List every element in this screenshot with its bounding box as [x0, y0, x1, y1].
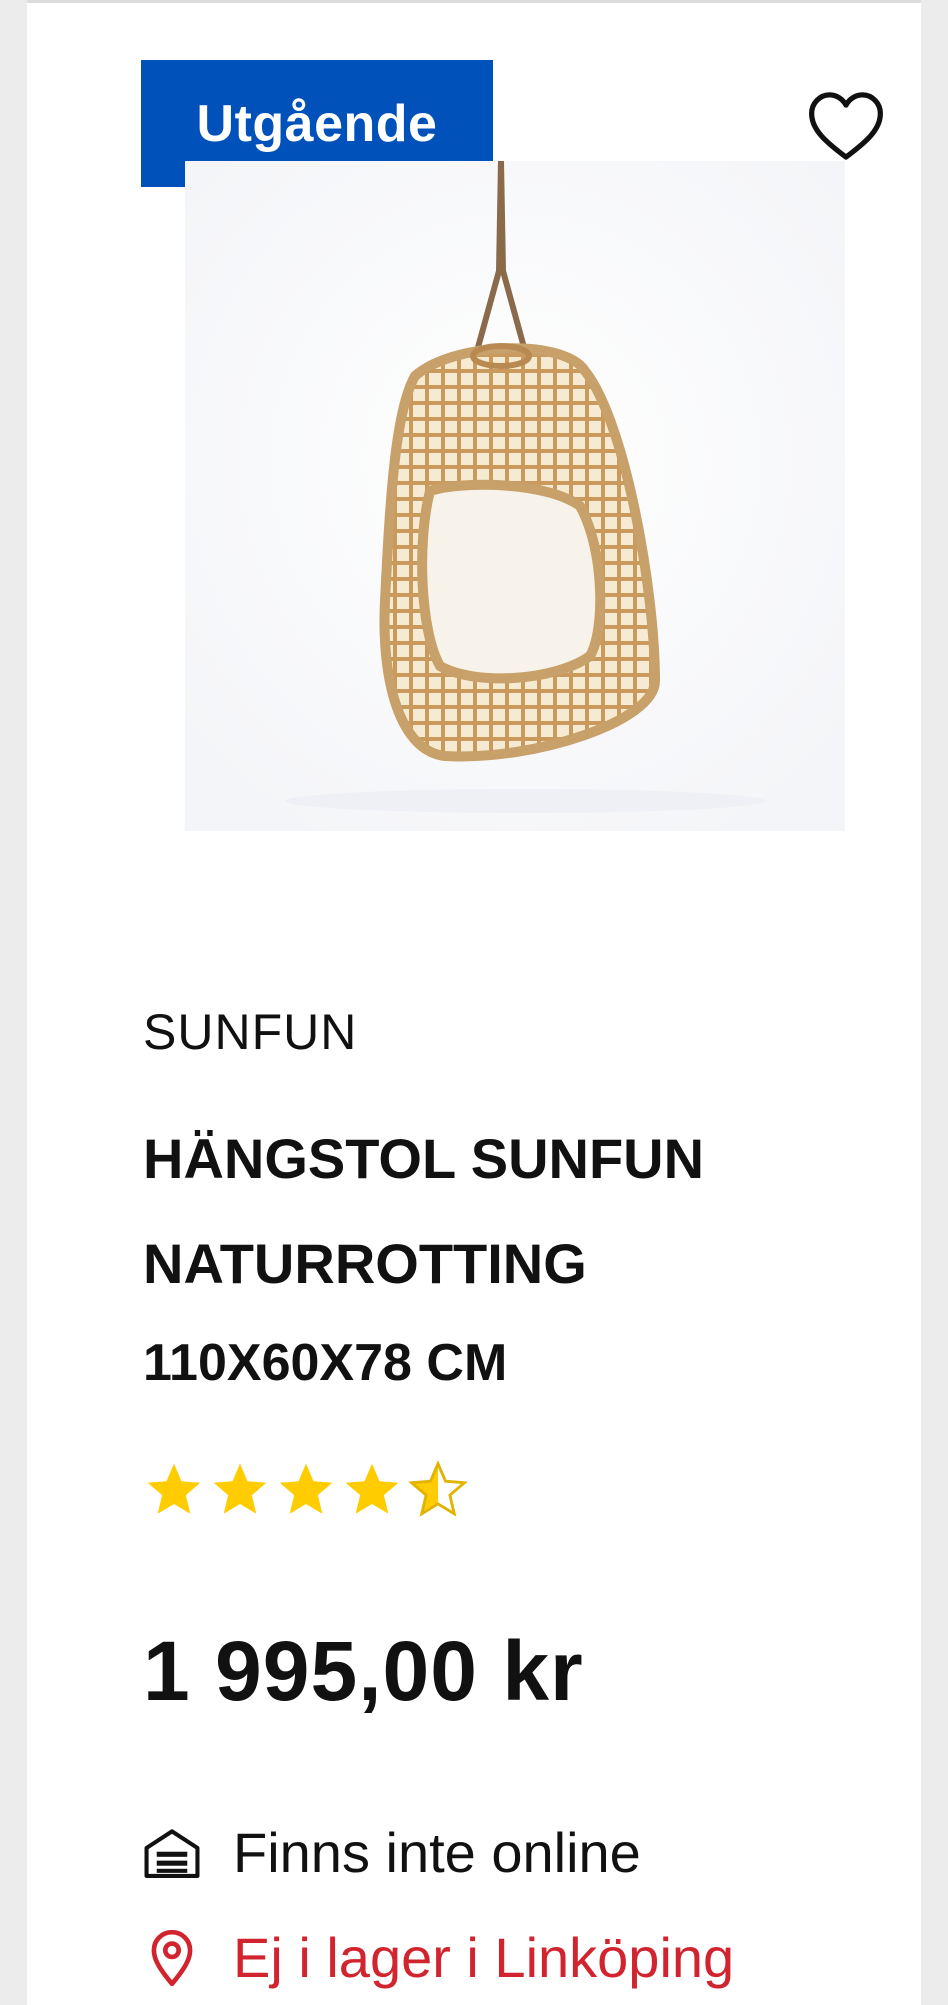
brand-name[interactable]: SUNFUN: [143, 1003, 357, 1061]
product-image[interactable]: [185, 160, 845, 831]
product-card[interactable]: Utgående SUNFUN HÄNGSTOL SUNFUN NATURROT…: [27, 0, 921, 2005]
star-half-icon: [408, 1460, 468, 1517]
favorite-button[interactable]: [797, 81, 895, 171]
hanging-chair-illustration: [185, 160, 845, 831]
product-title[interactable]: HÄNGSTOL SUNFUN NATURROTTING: [143, 1106, 903, 1316]
star-full-icon: [345, 1463, 399, 1514]
product-dimensions: 110X60X78 CM: [143, 1334, 508, 1392]
rating-stars[interactable]: [143, 1459, 469, 1529]
online-availability: Finns inte online: [141, 1818, 641, 1888]
store-availability-text: Ej i lager i Linköping: [233, 1926, 735, 1989]
star-full-icon: [279, 1463, 333, 1514]
heart-icon: [809, 92, 883, 160]
product-title-line1: HÄNGSTOL SUNFUN: [143, 1127, 705, 1190]
product-price: 1 995,00 kr: [143, 1624, 584, 1718]
store-availability[interactable]: Ej i lager i Linköping: [141, 1923, 734, 1993]
star-full-icon: [147, 1463, 201, 1514]
online-availability-text: Finns inte online: [233, 1821, 641, 1884]
truck-icon: [141, 1825, 203, 1881]
location-pin-icon: [141, 1927, 203, 1989]
product-title-line2: NATURROTTING: [143, 1232, 587, 1295]
star-full-icon: [213, 1463, 267, 1514]
status-badge-label: Utgående: [196, 94, 438, 153]
